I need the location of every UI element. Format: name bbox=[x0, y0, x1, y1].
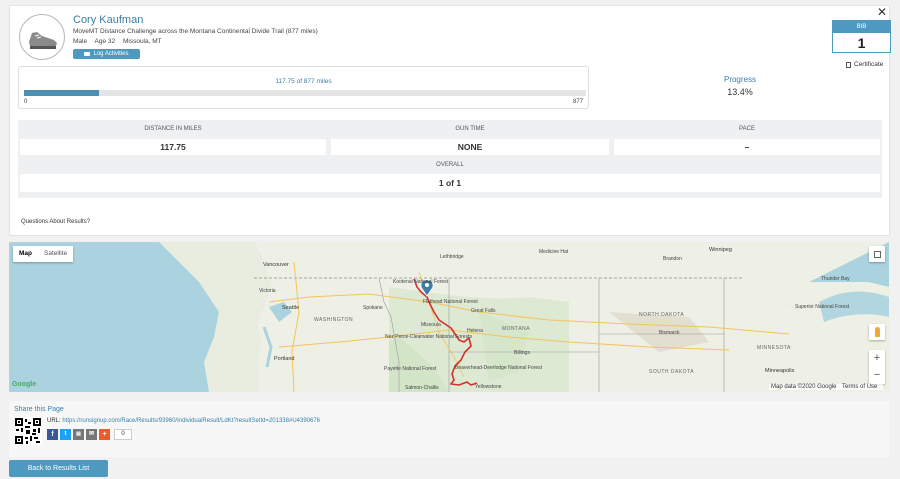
label-seattle: Seattle bbox=[282, 305, 300, 311]
progress-min: 0 bbox=[24, 99, 28, 105]
gun-time-header: GUN TIME bbox=[455, 126, 485, 132]
label-minnesota: MINNESOTA bbox=[757, 345, 791, 351]
distance-header: DISTANCE IN MILES bbox=[144, 126, 202, 132]
label-salmon: Salmon-Challis bbox=[405, 385, 439, 391]
label-beaverhead: Beaverhead-Deerlodge National Forest bbox=[455, 365, 542, 371]
satellite-tab[interactable]: Satellite bbox=[38, 246, 73, 262]
print-icon[interactable]: ▤ bbox=[73, 429, 84, 440]
overall-value: 1 of 1 bbox=[20, 174, 880, 192]
label-nez-perce: Nez Perce-Clearwater National Forests bbox=[385, 334, 472, 340]
social-buttons: f t ▤ ✉ + 0 bbox=[47, 429, 132, 440]
progress-track bbox=[24, 90, 586, 96]
fullscreen-button[interactable] bbox=[869, 246, 885, 262]
share-count: 0 bbox=[114, 429, 132, 440]
label-billings: Billings bbox=[514, 350, 530, 356]
gun-time-value: NONE bbox=[331, 139, 609, 155]
location: Missoula, MT bbox=[122, 38, 162, 45]
pace-header: PACE bbox=[739, 126, 755, 132]
label-medicine-hat: Medicine Hat bbox=[539, 249, 569, 255]
map-tab[interactable]: Map bbox=[13, 246, 38, 262]
participant-demographics: Male Age 32 Missoula, MT bbox=[73, 38, 168, 45]
progress-fill bbox=[24, 90, 100, 96]
pegman-icon bbox=[874, 327, 880, 337]
pace-value: – bbox=[614, 139, 880, 155]
label-yellowstone: Yellowstone bbox=[475, 384, 502, 390]
label-minneapolis: Minneapolis bbox=[765, 368, 795, 374]
certificate-icon bbox=[846, 61, 851, 68]
label-flathead: Flathead National Forest bbox=[423, 299, 478, 305]
zoom-in-button[interactable]: + bbox=[869, 350, 885, 367]
label-vancouver: Vancouver bbox=[263, 262, 289, 268]
google-logo: Google bbox=[12, 381, 37, 388]
distance-value: 117.75 bbox=[20, 139, 326, 155]
label-victoria: Victoria bbox=[259, 288, 276, 294]
share-url-row: URL: https://runsignup.com/Race/Results/… bbox=[47, 418, 320, 424]
certificate-label: Certificate bbox=[854, 61, 884, 68]
facebook-icon[interactable]: f bbox=[47, 429, 58, 440]
map-data-label: Map data ©2020 Google bbox=[771, 384, 837, 390]
map-type-toggle: Map Satellite bbox=[13, 246, 74, 262]
questions-link[interactable]: Questions About Results? bbox=[21, 219, 90, 225]
event-name: MoveMT Distance Challenge across the Mon… bbox=[73, 28, 318, 35]
label-south-dakota: SOUTH DAKOTA bbox=[649, 369, 695, 375]
url-label: URL: bbox=[47, 418, 61, 424]
log-activities-button[interactable]: Log Activities bbox=[73, 49, 140, 59]
back-to-results-button[interactable]: Back to Results List bbox=[9, 460, 108, 477]
label-superior: Superior National Forest bbox=[795, 304, 850, 310]
label-winnipeg: Winnipeg bbox=[709, 247, 732, 253]
close-icon[interactable]: ✕ bbox=[877, 5, 887, 19]
label-thunder-bay: Thunder Bay bbox=[821, 276, 850, 282]
label-great-falls: Great Falls bbox=[471, 308, 496, 314]
progress-max: 877 bbox=[572, 99, 583, 105]
label-missoula: Missoula bbox=[421, 322, 441, 328]
progress-title: Progress bbox=[723, 75, 756, 84]
qr-code-icon bbox=[14, 417, 42, 445]
map-canvas[interactable] bbox=[9, 242, 889, 392]
gender: Male bbox=[73, 38, 88, 45]
label-north-dakota: NORTH DAKOTA bbox=[639, 312, 685, 318]
terms-link[interactable]: Terms of Use bbox=[842, 384, 877, 390]
share-title: Share this Page bbox=[14, 406, 64, 413]
certificate-link[interactable]: Certificate bbox=[846, 61, 883, 68]
street-view-button[interactable] bbox=[869, 324, 885, 340]
label-portland: Portland bbox=[274, 356, 295, 362]
label-spokane: Spokane bbox=[363, 305, 383, 311]
label-lethbridge: Lethbridge bbox=[440, 254, 464, 260]
avatar bbox=[19, 14, 65, 60]
map-attribution: Map data ©2020 Google Terms of Use bbox=[769, 384, 884, 390]
route-map[interactable]: Vancouver Victoria Seattle WASHINGTON Sp… bbox=[9, 242, 889, 392]
progress-label: 117.75 of 877 miles bbox=[275, 78, 332, 85]
twitter-icon[interactable]: t bbox=[60, 429, 71, 440]
label-payette: Payette National Forest bbox=[384, 366, 437, 372]
fullscreen-icon bbox=[873, 250, 881, 258]
shoe-icon bbox=[29, 32, 57, 49]
log-icon bbox=[84, 52, 91, 56]
label-brandon: Brandon bbox=[663, 256, 682, 262]
label-washington: WASHINGTON bbox=[314, 317, 354, 323]
age: Age 32 bbox=[94, 38, 116, 45]
share-panel: Share this Page URL: https://runsignup.c… bbox=[9, 401, 889, 457]
label-montana: MONTANA bbox=[502, 326, 531, 332]
bib-number: 1 bbox=[857, 35, 866, 51]
bib-box: BIB 1 bbox=[832, 20, 891, 53]
email-icon[interactable]: ✉ bbox=[86, 429, 97, 440]
zoom-out-button[interactable]: − bbox=[869, 367, 885, 384]
result-card: Cory Kaufman MoveMT Distance Challenge a… bbox=[9, 5, 891, 236]
log-activities-label: Log Activities bbox=[93, 51, 129, 57]
label-kootenai: Kootenai National Forest bbox=[393, 279, 449, 285]
share-plus-icon[interactable]: + bbox=[99, 429, 110, 440]
stats-panel: DISTANCE IN MILES 117.75 GUN TIME NONE P… bbox=[18, 120, 882, 198]
bib-label: BIB bbox=[833, 21, 890, 33]
participant-name: Cory Kaufman bbox=[73, 14, 144, 26]
progress-percent: 13.4% bbox=[727, 87, 753, 97]
progress-box: 117.75 of 877 miles 0 877 bbox=[18, 66, 589, 109]
zoom-control: + − bbox=[869, 350, 885, 384]
overall-header: OVERALL bbox=[436, 162, 464, 168]
label-bismarck: Bismarck bbox=[659, 330, 680, 336]
share-url-link[interactable]: https://runsignup.com/Race/Results/93960… bbox=[62, 418, 320, 424]
